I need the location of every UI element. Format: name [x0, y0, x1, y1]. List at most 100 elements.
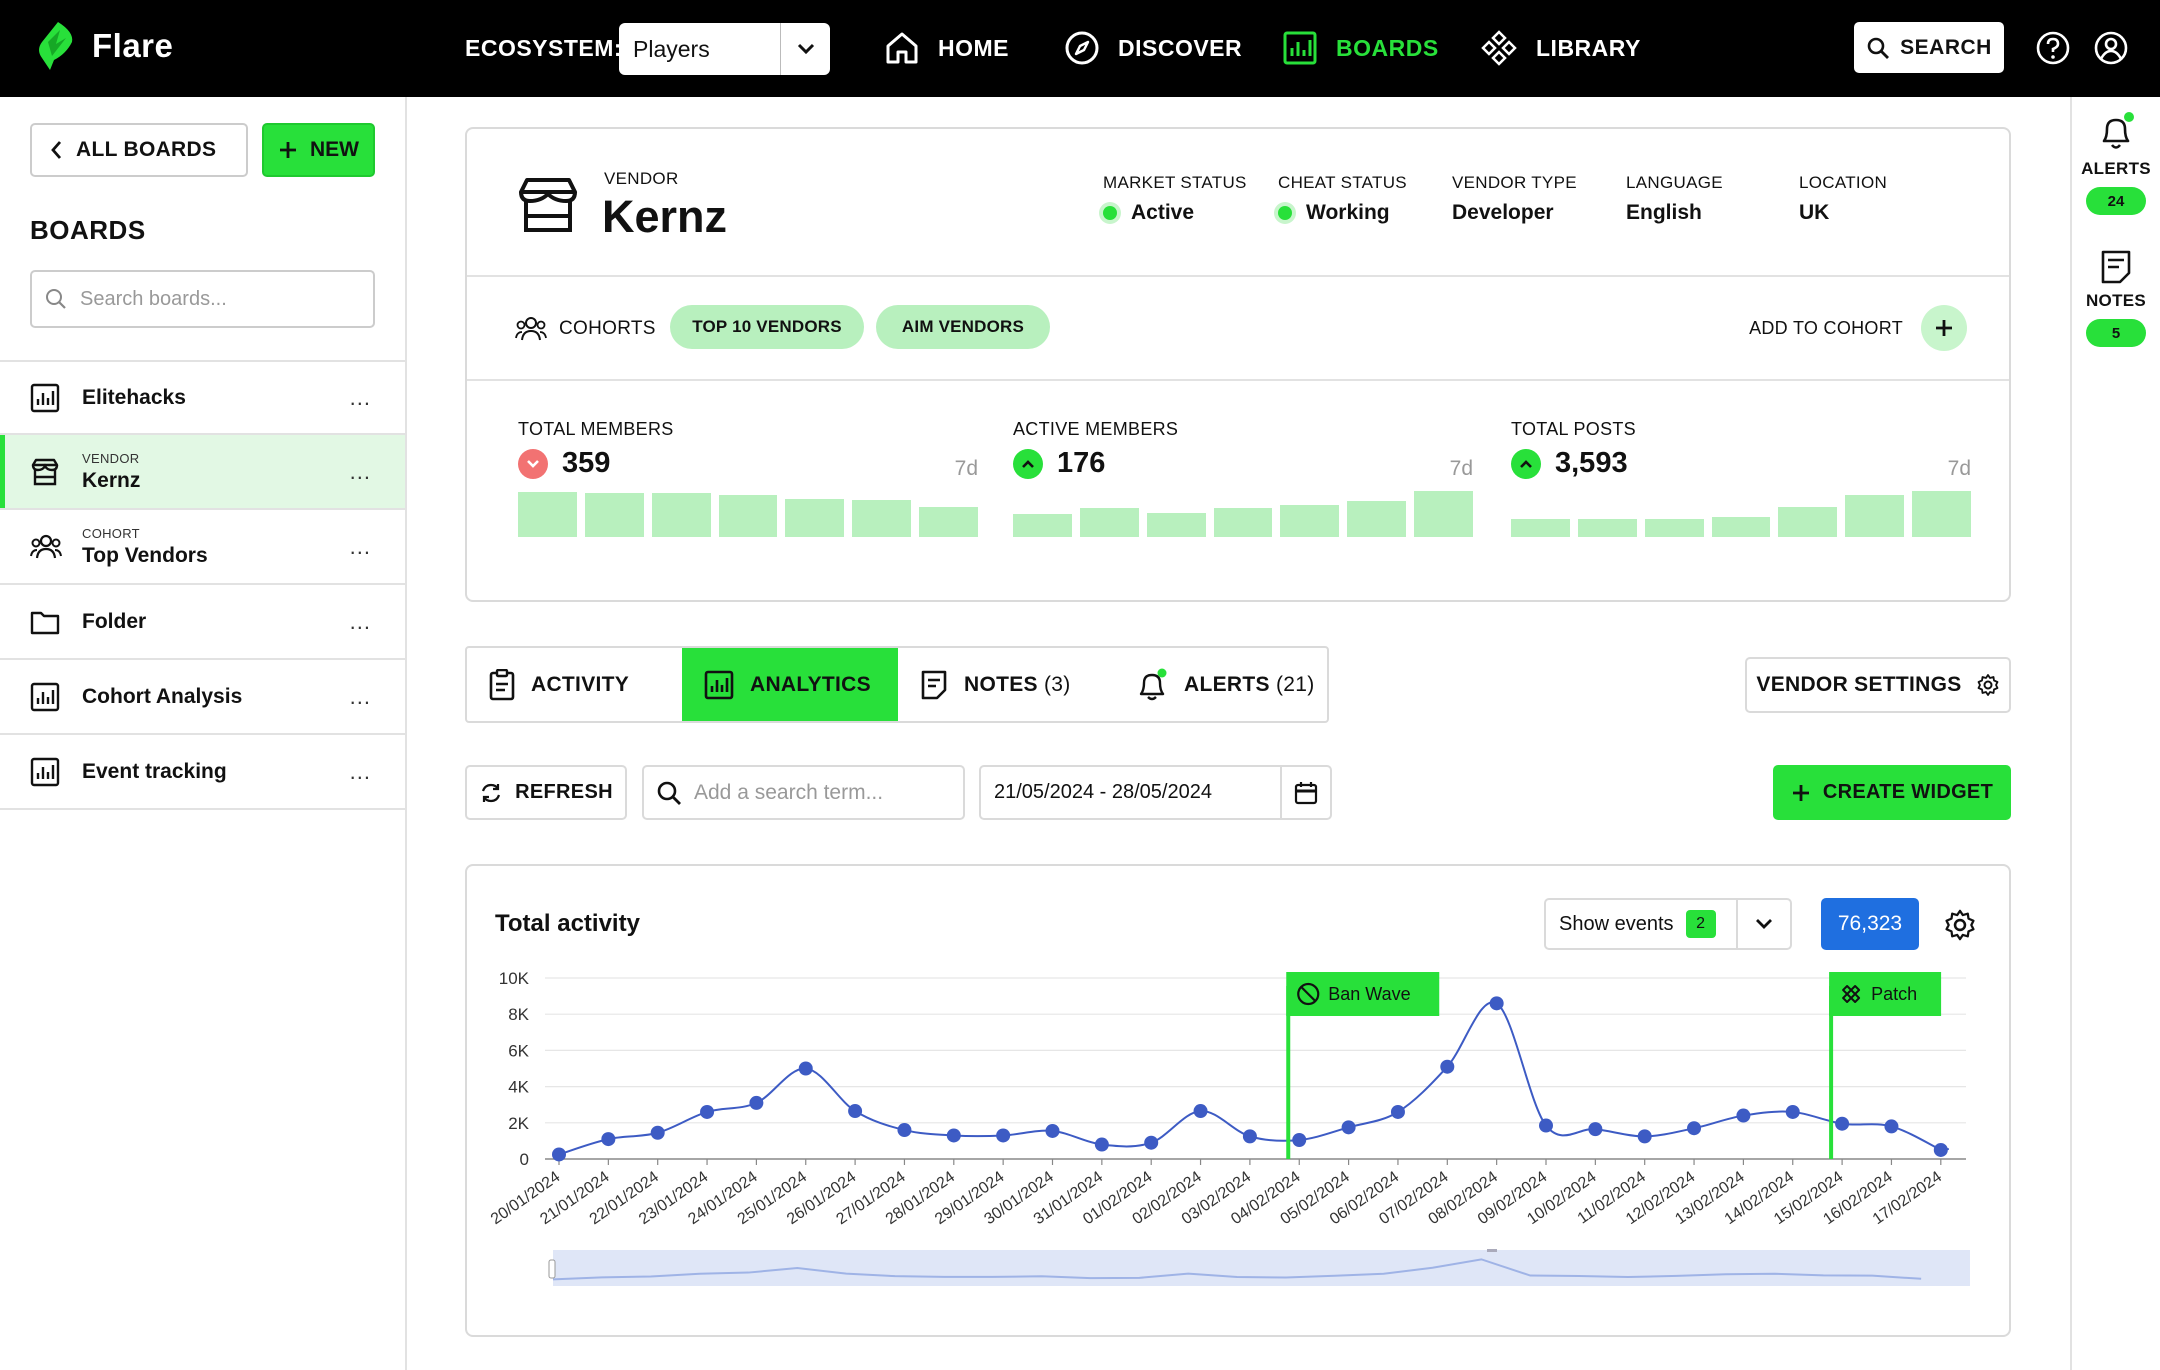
nav-boards[interactable]: BOARDS: [1282, 28, 1439, 68]
show-events-select[interactable]: Show events 2: [1544, 898, 1792, 950]
events-count-badge: 2: [1685, 910, 1716, 938]
more-options-icon[interactable]: ...: [350, 385, 371, 411]
stat-period: 7d: [1947, 457, 1971, 480]
sidebar-item-kernz[interactable]: VENDOR Kernz ...: [0, 435, 405, 510]
cohort-chip-top-10-vendors[interactable]: TOP 10 VENDORS: [670, 305, 864, 349]
y-tick-label: 2K: [508, 1114, 529, 1133]
board-search-input[interactable]: [80, 287, 360, 311]
create-widget-button[interactable]: CREATE WIDGET: [1773, 765, 2011, 820]
nav-library-label: LIBRARY: [1536, 34, 1641, 61]
data-point: [996, 1128, 1011, 1143]
tab-alerts[interactable]: ALERTS (21): [1114, 648, 1327, 721]
stat-sparkbars: [1013, 489, 1474, 537]
search-term-field[interactable]: [642, 765, 965, 820]
data-point: [1736, 1108, 1751, 1123]
total-activity-widget: 0 2K 4K 6K 8K 10K 20/01/2024 21/01/2024 22/01/20…: [465, 864, 2011, 1337]
tab-analytics[interactable]: ANALYTICS: [682, 648, 898, 721]
add-to-cohort-button[interactable]: ADD TO COHORT: [1749, 305, 1967, 351]
more-options-icon[interactable]: ...: [350, 684, 371, 710]
plus-icon: [278, 140, 298, 160]
calendar-icon[interactable]: [1280, 767, 1330, 818]
data-point: [601, 1132, 616, 1147]
chevron-down-icon[interactable]: [1736, 900, 1790, 948]
stat-value: 176: [1057, 447, 1106, 479]
vendor-type-value: Developer: [1452, 201, 1554, 224]
stat-bar: [1711, 516, 1771, 537]
data-point: [1045, 1123, 1060, 1138]
bell-icon: [1136, 668, 1168, 702]
data-point: [1933, 1142, 1948, 1157]
ecosystem-label: ECOSYSTEM:: [465, 35, 623, 61]
user-account-icon[interactable]: [2093, 30, 2129, 66]
trend-up-icon: [1013, 448, 1043, 479]
chevron-down-icon[interactable]: [780, 23, 830, 75]
cohort-chip-aim-vendors[interactable]: AIM VENDORS: [876, 305, 1050, 349]
rail-alerts-label: ALERTS: [2081, 159, 2151, 178]
nav-discover[interactable]: DISCOVER: [1064, 28, 1242, 68]
ecosystem-select[interactable]: Players: [619, 23, 830, 75]
data-point: [1144, 1135, 1159, 1150]
more-options-icon[interactable]: ...: [350, 759, 371, 785]
stat-bar: [1280, 505, 1340, 537]
flare-logo[interactable]: Flare: [34, 20, 173, 72]
vendor-header: VENDOR Kernz MARKET STATUS Active CHEAT …: [467, 129, 2009, 277]
refresh-button[interactable]: REFRESH: [465, 765, 627, 820]
more-options-icon[interactable]: ...: [350, 534, 371, 560]
alerts-count-badge: 24: [2086, 187, 2146, 215]
stat-bar: [1213, 508, 1273, 537]
vendor-type-label: VENDOR: [604, 169, 679, 188]
help-icon[interactable]: [2035, 30, 2071, 66]
folder-icon: [30, 609, 66, 635]
home-icon: [884, 30, 920, 66]
sidebar-item-folder[interactable]: Folder ...: [0, 585, 405, 660]
analytics-icon: [704, 670, 734, 700]
tab-notes[interactable]: NOTES (3): [898, 648, 1114, 721]
all-boards-button[interactable]: ALL BOARDS: [30, 123, 248, 177]
cheat-status-label: CHEAT STATUS: [1278, 173, 1407, 192]
search-term-input[interactable]: [694, 780, 944, 805]
nav-discover-label: DISCOVER: [1118, 34, 1243, 61]
tab-analytics-label: ANALYTICS: [750, 672, 871, 696]
boards-heading: BOARDS: [30, 215, 146, 245]
vendor-settings-button[interactable]: VENDOR SETTINGS: [1745, 657, 2011, 713]
sidebar-item-event-tracking[interactable]: Event tracking ...: [0, 735, 405, 810]
more-options-icon[interactable]: ...: [350, 609, 371, 635]
sidebar-item-top-vendors[interactable]: COHORT Top Vendors ...: [0, 510, 405, 585]
flare-leaf-icon: [34, 20, 78, 72]
sidebar-item-cohort-analysis[interactable]: Cohort Analysis ...: [0, 660, 405, 735]
new-board-button[interactable]: NEW: [262, 123, 375, 177]
more-options-icon[interactable]: ...: [350, 459, 371, 485]
trend-down-icon: [518, 448, 548, 479]
stat-active-members: ACTIVE MEMBERS 176 7d: [1013, 419, 1474, 569]
data-point: [1785, 1104, 1800, 1119]
y-tick-label: 4K: [508, 1078, 529, 1097]
ecosystem-value: Players: [633, 35, 710, 62]
stat-period: 7d: [954, 457, 978, 480]
widget-settings-gear-icon[interactable]: [1943, 908, 1977, 942]
date-range-picker[interactable]: 21/05/2024 - 28/05/2024: [979, 765, 1332, 820]
nav-home[interactable]: HOME: [884, 28, 1009, 68]
data-point: [1390, 1104, 1405, 1119]
rail-notes[interactable]: NOTES 5: [2072, 249, 2160, 347]
y-tick-label: 8K: [508, 1005, 529, 1024]
stat-sparkbars: [1511, 489, 1972, 537]
status-dot: [1103, 206, 1117, 220]
stat-value: 359: [562, 447, 611, 479]
rail-alerts[interactable]: ALERTS 24: [2072, 111, 2160, 215]
data-point: [1193, 1104, 1208, 1119]
tab-activity[interactable]: ACTIVITY: [467, 648, 682, 721]
global-search-button[interactable]: SEARCH: [1854, 22, 2004, 73]
board-search-field[interactable]: [30, 270, 375, 328]
notes-icon: [2099, 249, 2133, 285]
nav-library[interactable]: LIBRARY: [1480, 28, 1641, 68]
stat-label: TOTAL MEMBERS: [518, 419, 674, 439]
refresh-label: REFRESH: [515, 781, 613, 803]
app-name: Flare: [92, 27, 174, 64]
sidebar-item-elitehacks[interactable]: Elitehacks ...: [0, 360, 405, 435]
trend-up-icon: [1511, 448, 1541, 479]
chart-board-icon: [1282, 30, 1318, 66]
stat-total-posts: TOTAL POSTS 3,593 7d: [1511, 419, 1972, 569]
market-status-label: MARKET STATUS: [1103, 173, 1247, 192]
group-icon: [515, 315, 547, 343]
plus-icon[interactable]: [1921, 305, 1967, 351]
